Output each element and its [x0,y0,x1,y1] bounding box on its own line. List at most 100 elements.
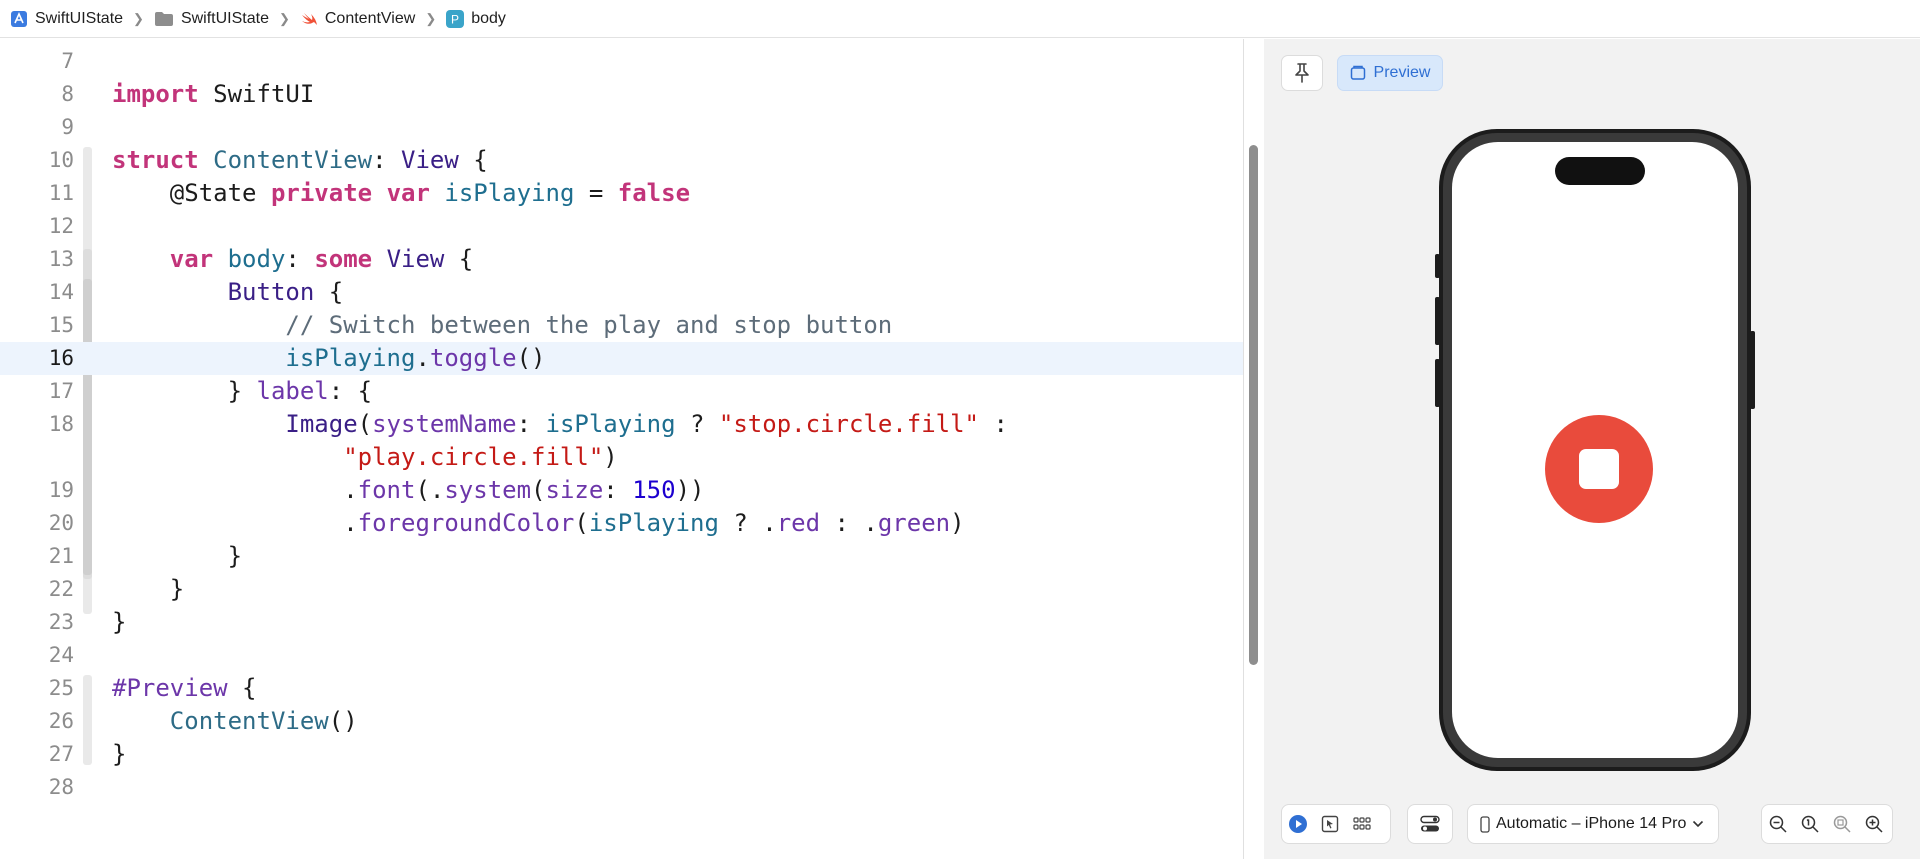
code-line[interactable]: 8 import SwiftUI [0,78,1243,111]
code-text: } [169,575,185,603]
code-line[interactable]: 15 // Switch between the play and stop b… [0,309,1243,342]
split-divider[interactable] [1243,39,1244,859]
code-text: } [112,608,127,636]
code-editor[interactable]: 7 8 import SwiftUI 9 10 struct ContentVi… [0,39,1243,859]
line-number: 27 [48,742,74,766]
code-text: isPlaying.toggle() [285,344,546,372]
breadcrumb-item-property[interactable]: P body [446,9,506,28]
line-number: 14 [48,280,74,304]
line-number: 28 [48,775,74,799]
zoom-controls [1761,804,1893,844]
code-line-current[interactable]: 16 isPlaying.toggle() [0,342,1243,375]
code-text: } [227,542,243,570]
line-number: 26 [48,709,74,733]
swift-file-icon [301,12,317,25]
live-mode-button[interactable] [1282,805,1314,843]
line-number: 20 [48,511,74,535]
zoom-fit-icon [1833,815,1851,833]
code-line[interactable]: 21 } [0,540,1243,573]
code-line[interactable]: 12 [0,210,1243,243]
code-text: import SwiftUI [112,80,315,108]
line-number: 17 [48,379,74,403]
cursor-select-icon [1321,815,1339,833]
folder-icon [154,11,173,26]
preview-canvas: Preview Automatic – iPhone 14 Pro [1264,39,1920,859]
selectable-mode-button[interactable] [1314,805,1346,843]
breadcrumb-item-project[interactable]: SwiftUIState [10,10,123,28]
code-line[interactable]: 26 ContentView() [0,705,1243,738]
property-icon: P [446,9,465,28]
code-text: .font(.system(size: 150)) [343,476,705,504]
line-number: 23 [48,610,74,634]
preview-mode-button[interactable]: Preview [1337,55,1443,91]
zoom-in-icon [1865,815,1883,833]
code-line[interactable]: 7 [0,45,1243,78]
zoom-actual-size-button[interactable] [1794,805,1826,843]
breadcrumb-item-folder[interactable]: SwiftUIState [154,10,269,28]
svg-text:P: P [451,12,459,26]
breadcrumb: SwiftUIState ❯ SwiftUIState ❯ ContentVie… [0,0,1920,38]
breadcrumb-item-file[interactable]: ContentView [300,10,415,28]
code-line[interactable]: 22 } [0,573,1243,606]
breadcrumb-label: ContentView [324,9,416,27]
line-number: 8 [61,82,74,106]
zoom-out-button[interactable] [1762,805,1794,843]
editor-scrollbar[interactable] [1249,145,1258,665]
pin-icon [1295,63,1309,83]
code-line[interactable]: 24 [0,639,1243,672]
preview-label: Preview [1373,64,1431,81]
code-line[interactable]: 9 [0,111,1243,144]
line-number: 24 [48,643,74,667]
code-line[interactable]: 20 .foregroundColor(isPlaying ? .red : .… [0,507,1243,540]
code-text: .foregroundColor(isPlaying ? .red : .gre… [343,509,965,537]
code-text: struct ContentView: View { [112,146,488,174]
zoom-in-button[interactable] [1858,805,1890,843]
line-number: 25 [48,676,74,700]
code-line[interactable]: 13 var body: some View { [0,243,1243,276]
code-text: } [112,740,127,768]
toggle-settings-icon [1420,815,1440,832]
stop-circle-fill-icon[interactable] [1545,415,1653,523]
device-label: Automatic – iPhone 14 Pro [1496,815,1687,832]
line-number: 10 [48,148,74,172]
code-line[interactable]: 11 @State private var isPlaying = false [0,177,1243,210]
code-line[interactable]: 10 struct ContentView: View { [0,144,1243,177]
preview-screen[interactable] [1452,142,1738,758]
variants-button[interactable] [1346,805,1378,843]
chevron-right-icon: ❯ [425,10,437,26]
code-text: ContentView() [169,707,358,735]
line-number: 18 [48,412,74,436]
code-line[interactable]: 23 } [0,606,1243,639]
line-number: 7 [61,49,74,73]
app-project-icon [11,10,27,27]
line-number: 21 [48,544,74,568]
zoom-to-fit-button[interactable] [1826,805,1858,843]
iphone-preview-device [1439,129,1751,771]
chevron-right-icon: ❯ [278,10,290,26]
pin-preview-button[interactable] [1281,55,1323,91]
power-button [1750,331,1755,409]
chevron-down-icon [1693,820,1704,828]
code-line[interactable]: 14 Button { [0,276,1243,309]
code-line[interactable]: 17 } label: { [0,375,1243,408]
line-number: 22 [48,577,74,601]
breadcrumb-label: body [471,9,506,27]
zoom-out-icon [1769,815,1787,833]
code-line[interactable]: 25 #Preview { [0,672,1243,705]
code-line[interactable]: 27 } [0,738,1243,771]
grid-icon [1353,817,1371,830]
code-line[interactable]: 18 Image(systemName: isPlaying ? "stop.c… [0,408,1243,441]
code-text: } label: { [227,377,373,405]
preview-icon [1350,65,1365,80]
preview-mode-group [1281,804,1391,844]
breadcrumb-label: SwiftUIState [35,9,124,27]
code-text: var body: some View { [169,245,474,273]
breadcrumb-label: SwiftUIState [180,9,269,27]
code-line[interactable]: 28 [0,771,1243,804]
code-line[interactable]: "play.circle.fill") [0,441,1243,474]
code-line[interactable]: 19 .font(.system(size: 150)) [0,474,1243,507]
code-text: Button { [227,278,344,306]
action-button [1435,254,1440,278]
device-selector[interactable]: Automatic – iPhone 14 Pro [1467,804,1719,844]
device-settings-button[interactable] [1407,804,1453,844]
